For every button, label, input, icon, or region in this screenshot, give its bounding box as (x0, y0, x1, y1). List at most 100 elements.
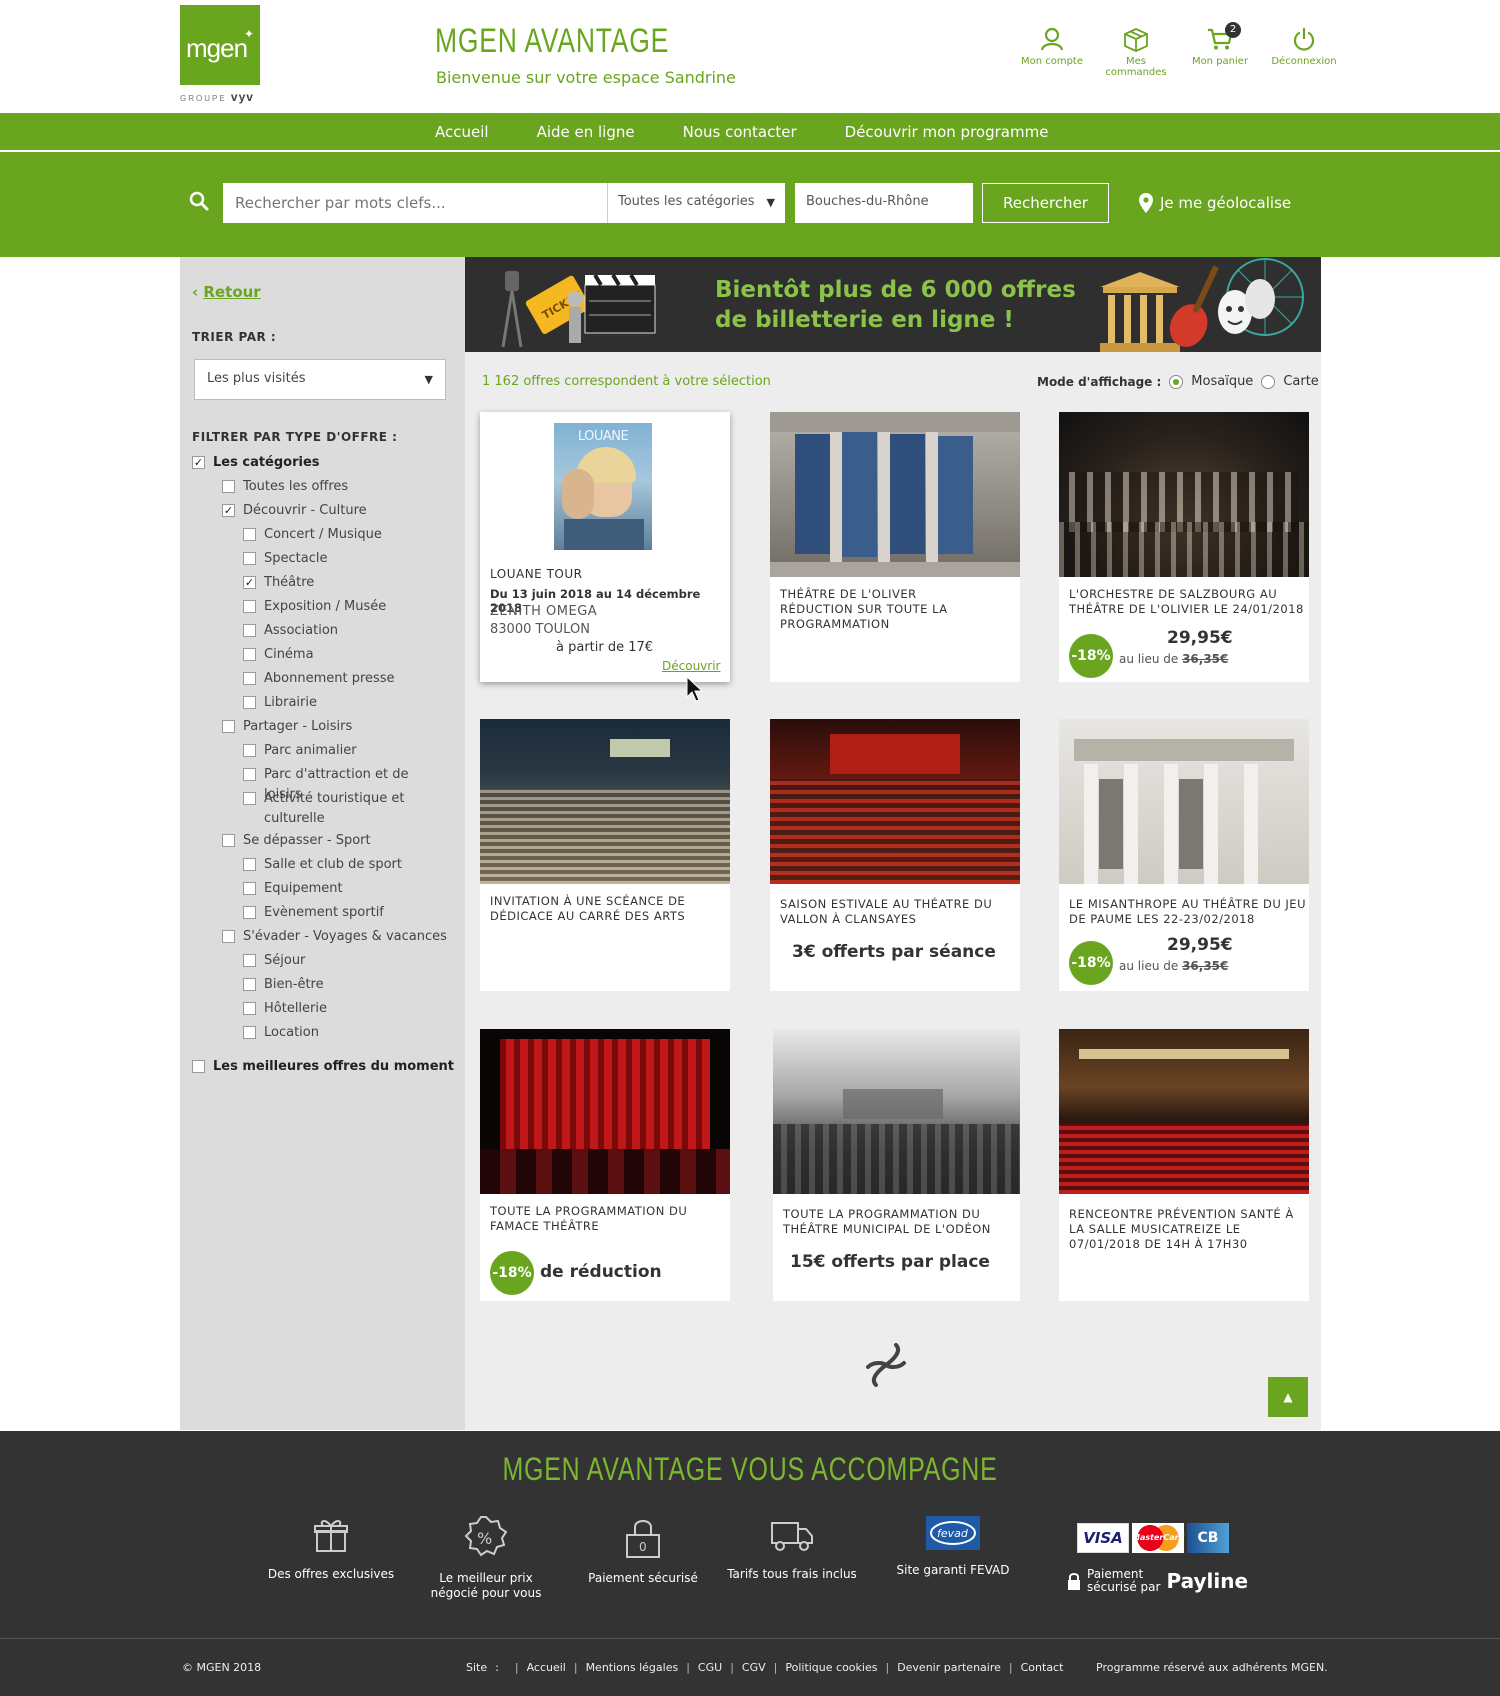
red-curtain-stage-photo (480, 1029, 730, 1194)
filter-option[interactable]: Equipement (243, 879, 448, 899)
filter-option[interactable]: Activité touristique et culturelle (243, 789, 448, 829)
mgen-logo[interactable]: mgen ✦ (180, 5, 260, 85)
offer-card-famace-theatre[interactable]: TOUTE LA PROGRAMMATION DU FAMACE THÉÂTRE… (480, 1029, 730, 1301)
filter-option[interactable]: Association (243, 621, 448, 641)
footer-link[interactable]: Devenir partenaire (897, 1661, 1001, 1674)
filter-option[interactable]: ✓ Découvrir - Culture (222, 501, 367, 521)
filter-option[interactable]: ✓ Théâtre (243, 573, 448, 593)
footer-link[interactable]: Contact (1021, 1661, 1064, 1674)
filter-checkbox[interactable] (243, 744, 256, 757)
filter-checkbox[interactable] (243, 882, 256, 895)
filter-checkbox[interactable] (222, 930, 235, 943)
footer-link[interactable]: CGV (742, 1661, 766, 1674)
offer-card-carre-des-arts[interactable]: INVITATION À UNE SCÉANCE DE DÉDICACE AU … (480, 719, 730, 991)
link-separator: | (730, 1661, 734, 1674)
offer-card-musicatreize[interactable]: RENCEONTRE PRÉVENTION SANTÉ À LA SALLE M… (1059, 1029, 1309, 1301)
filter-checkbox[interactable] (243, 600, 256, 613)
footer-link[interactable]: Site (466, 1661, 487, 1674)
filter-option[interactable]: Bien-être (243, 975, 448, 995)
location-input[interactable]: Bouches-du-Rhône (795, 183, 973, 223)
filter-option[interactable]: S'évader - Voyages & vacances (222, 927, 447, 947)
my-account-link[interactable]: Mon compte (1010, 26, 1094, 78)
category-select[interactable]: Toutes les catégories ▼ (607, 183, 785, 223)
offer-card-theatre-vallon[interactable]: SAISON ESTIVALE AU THÉATRE DU VALLON À C… (770, 719, 1020, 991)
nav-discover-program[interactable]: Découvrir mon programme (845, 123, 1049, 141)
filter-checkbox[interactable] (243, 1002, 256, 1015)
filter-option[interactable]: Se dépasser - Sport (222, 831, 371, 851)
mouse-cursor-icon (686, 675, 704, 702)
filter-option[interactable]: Parc animalier (243, 741, 448, 761)
filter-label: Parc animalier (264, 743, 357, 758)
my-orders-link[interactable]: Mes commandes (1094, 26, 1178, 78)
filter-option[interactable]: Abonnement presse (243, 669, 448, 689)
filter-option[interactable]: Les meilleures offres du moment (192, 1057, 454, 1077)
filter-checkbox[interactable] (243, 978, 256, 991)
sort-select[interactable]: Les plus visités ▼ (194, 359, 446, 400)
filter-option[interactable]: Concert / Musique (243, 525, 448, 545)
offer-card-theatre-odeon[interactable]: TOUTE LA PROGRAMMATION DU THÉÂTRE MUNICI… (773, 1029, 1020, 1301)
offer-card-misanthrope[interactable]: LE MISANTHROPE AU THÉÂTRE DU JEU DE PAUM… (1059, 719, 1309, 991)
offer-card-theatre-oliver[interactable]: THÉÂTRE DE L'OLIVER RÉDUCTION SUR TOUTE … (770, 412, 1020, 682)
filter-checkbox[interactable]: ✓ (192, 456, 205, 469)
geolocate-button[interactable]: Je me géolocalise (1138, 192, 1291, 214)
search-icon[interactable] (188, 190, 210, 216)
filter-option[interactable]: ✓ Les catégories (192, 453, 320, 473)
filter-checkbox[interactable] (243, 696, 256, 709)
display-mosaic-label[interactable]: Mosaïque (1191, 374, 1253, 389)
nav-home[interactable]: Accueil (435, 123, 489, 141)
footer-link[interactable]: Mentions légales (586, 1661, 679, 1674)
filter-checkbox[interactable]: ✓ (222, 504, 235, 517)
footer-link[interactable]: Politique cookies (785, 1661, 877, 1674)
filter-checkbox[interactable] (243, 648, 256, 661)
offer-card-louane[interactable]: LOUANE LOUANE TOUR Du 13 juin 2018 au 14… (480, 412, 730, 682)
filter-checkbox[interactable] (243, 1026, 256, 1039)
my-cart-link[interactable]: 2 Mon panier (1178, 22, 1262, 78)
filter-checkbox[interactable] (243, 906, 256, 919)
back-link[interactable]: ‹ Retour (192, 283, 261, 301)
display-map-label[interactable]: Carte (1283, 374, 1318, 389)
footer-link[interactable]: Accueil (527, 1661, 566, 1674)
filter-checkbox[interactable] (192, 1060, 205, 1073)
nav-contact[interactable]: Nous contacter (683, 123, 797, 141)
display-mode: Mode d'affichage : Mosaïque Carte (1037, 374, 1319, 389)
filter-checkbox[interactable] (243, 792, 256, 805)
filter-checkbox[interactable] (243, 528, 256, 541)
filter-option[interactable]: Salle et club de sport (243, 855, 448, 875)
filter-option[interactable]: Evènement sportif (243, 903, 448, 923)
filter-checkbox[interactable] (243, 768, 256, 781)
filter-checkbox[interactable] (222, 834, 235, 847)
offer-card-orchestre-salzbourg[interactable]: L'ORCHESTRE DE SALZBOURG AU THÉÂTRE DE L… (1059, 412, 1309, 682)
nav-help[interactable]: Aide en ligne (537, 123, 635, 141)
filter-option[interactable]: Cinéma (243, 645, 448, 665)
ticketing-banner[interactable]: TICKET Bientôt plus de 6 000 offres de b… (465, 257, 1321, 352)
logout-link[interactable]: Déconnexion (1262, 26, 1346, 78)
theatre-audience-photo (770, 719, 1020, 884)
filter-option[interactable]: Hôtellerie (243, 999, 448, 1019)
filter-checkbox[interactable] (243, 552, 256, 565)
svg-text:%: % (477, 1529, 492, 1548)
filter-checkbox[interactable] (243, 858, 256, 871)
display-mosaic-radio[interactable] (1169, 374, 1184, 389)
filter-option[interactable]: Location (243, 1023, 448, 1043)
filter-checkbox[interactable] (243, 672, 256, 685)
search-button[interactable]: Rechercher (982, 183, 1109, 223)
filter-option[interactable]: Toutes les offres (222, 477, 348, 497)
filter-option[interactable]: Partager - Loisirs (222, 717, 352, 737)
discover-link[interactable]: Découvrir (662, 659, 720, 673)
filter-option[interactable]: Spectacle (243, 549, 448, 569)
filter-option[interactable]: Séjour (243, 951, 448, 971)
footer-link[interactable]: CGU (698, 1661, 722, 1674)
filter-checkbox[interactable] (222, 720, 235, 733)
filter-checkbox[interactable] (222, 480, 235, 493)
display-map-radio[interactable] (1261, 374, 1276, 389)
filter-option[interactable]: Librairie (243, 693, 448, 713)
back-to-top-button[interactable]: ▲ (1268, 1377, 1308, 1417)
feature-secure-payment: 0 Paiement sécurisé (573, 1515, 713, 1586)
keyword-search-input[interactable] (223, 183, 607, 223)
link-separator: | (573, 1661, 578, 1674)
filter-checkbox[interactable] (243, 954, 256, 967)
filter-label: Spectacle (264, 551, 328, 566)
filter-checkbox[interactable] (243, 624, 256, 637)
filter-checkbox[interactable]: ✓ (243, 576, 256, 589)
filter-option[interactable]: Exposition / Musée (243, 597, 448, 617)
